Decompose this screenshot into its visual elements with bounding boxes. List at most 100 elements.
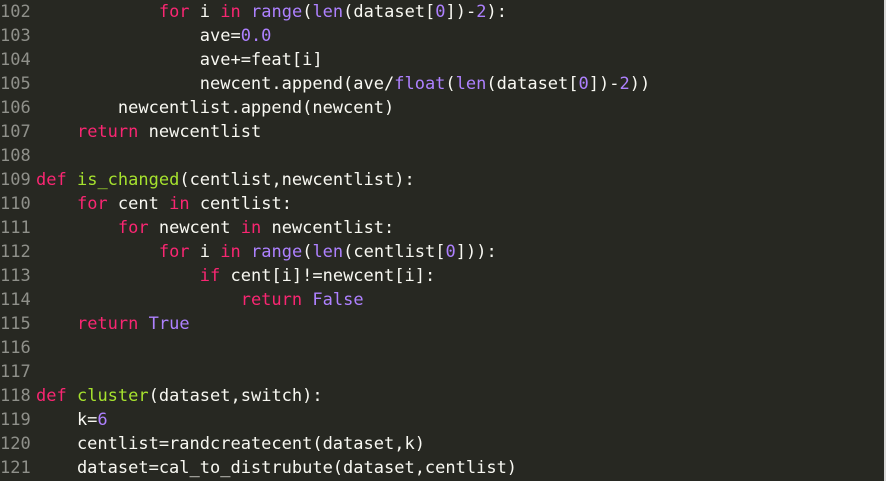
code-token: len [312,242,344,262]
code-token: newcent [148,218,241,238]
code-token: ])- [588,74,620,94]
code-token: 0.0 [240,26,272,46]
code-line[interactable]: 113 if cent[i]!=newcent[i]: [0,264,435,288]
code-token: ])): [455,242,497,262]
code-token: float [394,74,446,94]
code-token: 2 [619,74,630,94]
code-token: newcentlist [138,122,262,142]
code-line[interactable]: 114 return False [0,288,364,312]
code-line[interactable]: 120 centlist=randcreatecent(dataset,k) [0,432,425,456]
line-number: 115 [0,314,31,334]
line-number: 109 [0,170,31,190]
code-text: k=6 [36,410,108,430]
code-token: len [455,74,487,94]
code-line[interactable]: 107 return newcentlist [0,120,261,144]
code-line[interactable]: 104 ave+=feat[i] [0,48,323,72]
line-number: 104 [0,50,31,70]
line-number: 116 [0,338,31,358]
code-line[interactable]: 111 for newcent in newcentlist: [0,216,394,240]
code-token: k= [36,410,98,430]
line-number: 106 [0,98,31,118]
code-token: True [148,314,190,334]
code-token: (dataset,switch): [148,386,323,406]
code-line[interactable]: 119 k=6 [0,408,108,432]
code-text: ave=0.0 [36,26,272,46]
code-text: centlist=randcreatecent(dataset,k) [36,434,425,454]
code-token: newcentlist: [261,218,395,238]
code-token: 2 [476,2,487,22]
code-token: i [189,242,221,262]
line-number: 103 [0,26,31,46]
code-token: return [76,122,139,142]
line-number: 110 [0,194,31,214]
code-token: False [312,290,364,310]
code-editor[interactable]: 102 for i in range(len(dataset[0])-2): 10… [0,0,886,481]
code-line[interactable]: 106 newcentlist.append(newcent) [0,96,394,120]
code-line[interactable]: 102 for i in range(len(dataset[0])-2): [0,0,507,24]
code-text: return True [36,314,190,334]
line-number: 111 [0,218,31,238]
code-token: ave+=feat[i] [36,50,323,70]
code-token: newcentlist.append(newcent) [36,98,395,118]
line-number: 113 [0,266,31,286]
code-line[interactable]: 105 newcent.append(ave/float(len(dataset… [0,72,650,96]
code-line[interactable]: 108 [0,144,36,168]
code-line[interactable]: 103 ave=0.0 [0,24,271,48]
code-line[interactable]: 117 [0,360,36,384]
code-token: in [240,218,262,238]
code-line[interactable]: 110 for cent in centlist: [0,192,292,216]
code-line[interactable]: 109 def is_changed(centlist,newcentlist): [0,168,415,192]
code-line[interactable]: 121 dataset=cal_to_distrubute(dataset,ce… [0,456,517,480]
code-token: newcent.append(ave/ [36,74,395,94]
code-token: is_changed [76,170,180,190]
code-token: (centlist[ [343,242,446,262]
code-token: cent [107,194,170,214]
line-number: 102 [0,2,31,22]
code-token: cluster [76,386,149,406]
code-token: in [220,242,241,262]
code-token: return [76,314,139,334]
code-token: dataset=cal_to_distrubute(dataset,centli… [36,458,518,478]
code-token: centlist=randcreatecent(dataset,k) [36,434,425,454]
line-number: 118 [0,386,31,406]
code-token: ): [486,2,507,22]
code-token: def [36,170,67,190]
code-line[interactable]: 116 [0,336,36,360]
code-token: for [158,242,190,262]
line-number: 120 [0,434,31,454]
code-token: (dataset[ [343,2,436,22]
code-token: range [251,242,303,262]
code-token: centlist: [189,194,292,214]
code-token: )) [629,74,651,94]
code-text: for i in range(len(centlist[0])): [36,242,497,262]
code-token: for [158,2,190,22]
line-number: 119 [0,410,31,430]
code-line[interactable]: 118 def cluster(dataset,switch): [0,384,323,408]
code-token: for [117,218,149,238]
code-text: if cent[i]!=newcent[i]: [36,266,435,286]
code-line[interactable]: 112 for i in range(len(centlist[0])): [0,240,497,264]
code-token: range [251,2,303,22]
code-text: return newcentlist [36,122,261,142]
code-token: 0 [445,242,456,262]
code-token: cent[i]!=newcent[i]: [220,266,436,286]
code-text: for newcent in newcentlist: [36,218,394,238]
code-token: i [189,2,221,22]
code-text: def cluster(dataset,switch): [36,386,323,406]
code-line[interactable]: 115 return True [0,312,190,336]
code-token: len [312,2,344,22]
code-token: for [76,194,108,214]
code-text: def is_changed(centlist,newcentlist): [36,170,415,190]
code-token: (centlist,newcentlist): [179,170,415,190]
code-token: return [240,290,303,310]
